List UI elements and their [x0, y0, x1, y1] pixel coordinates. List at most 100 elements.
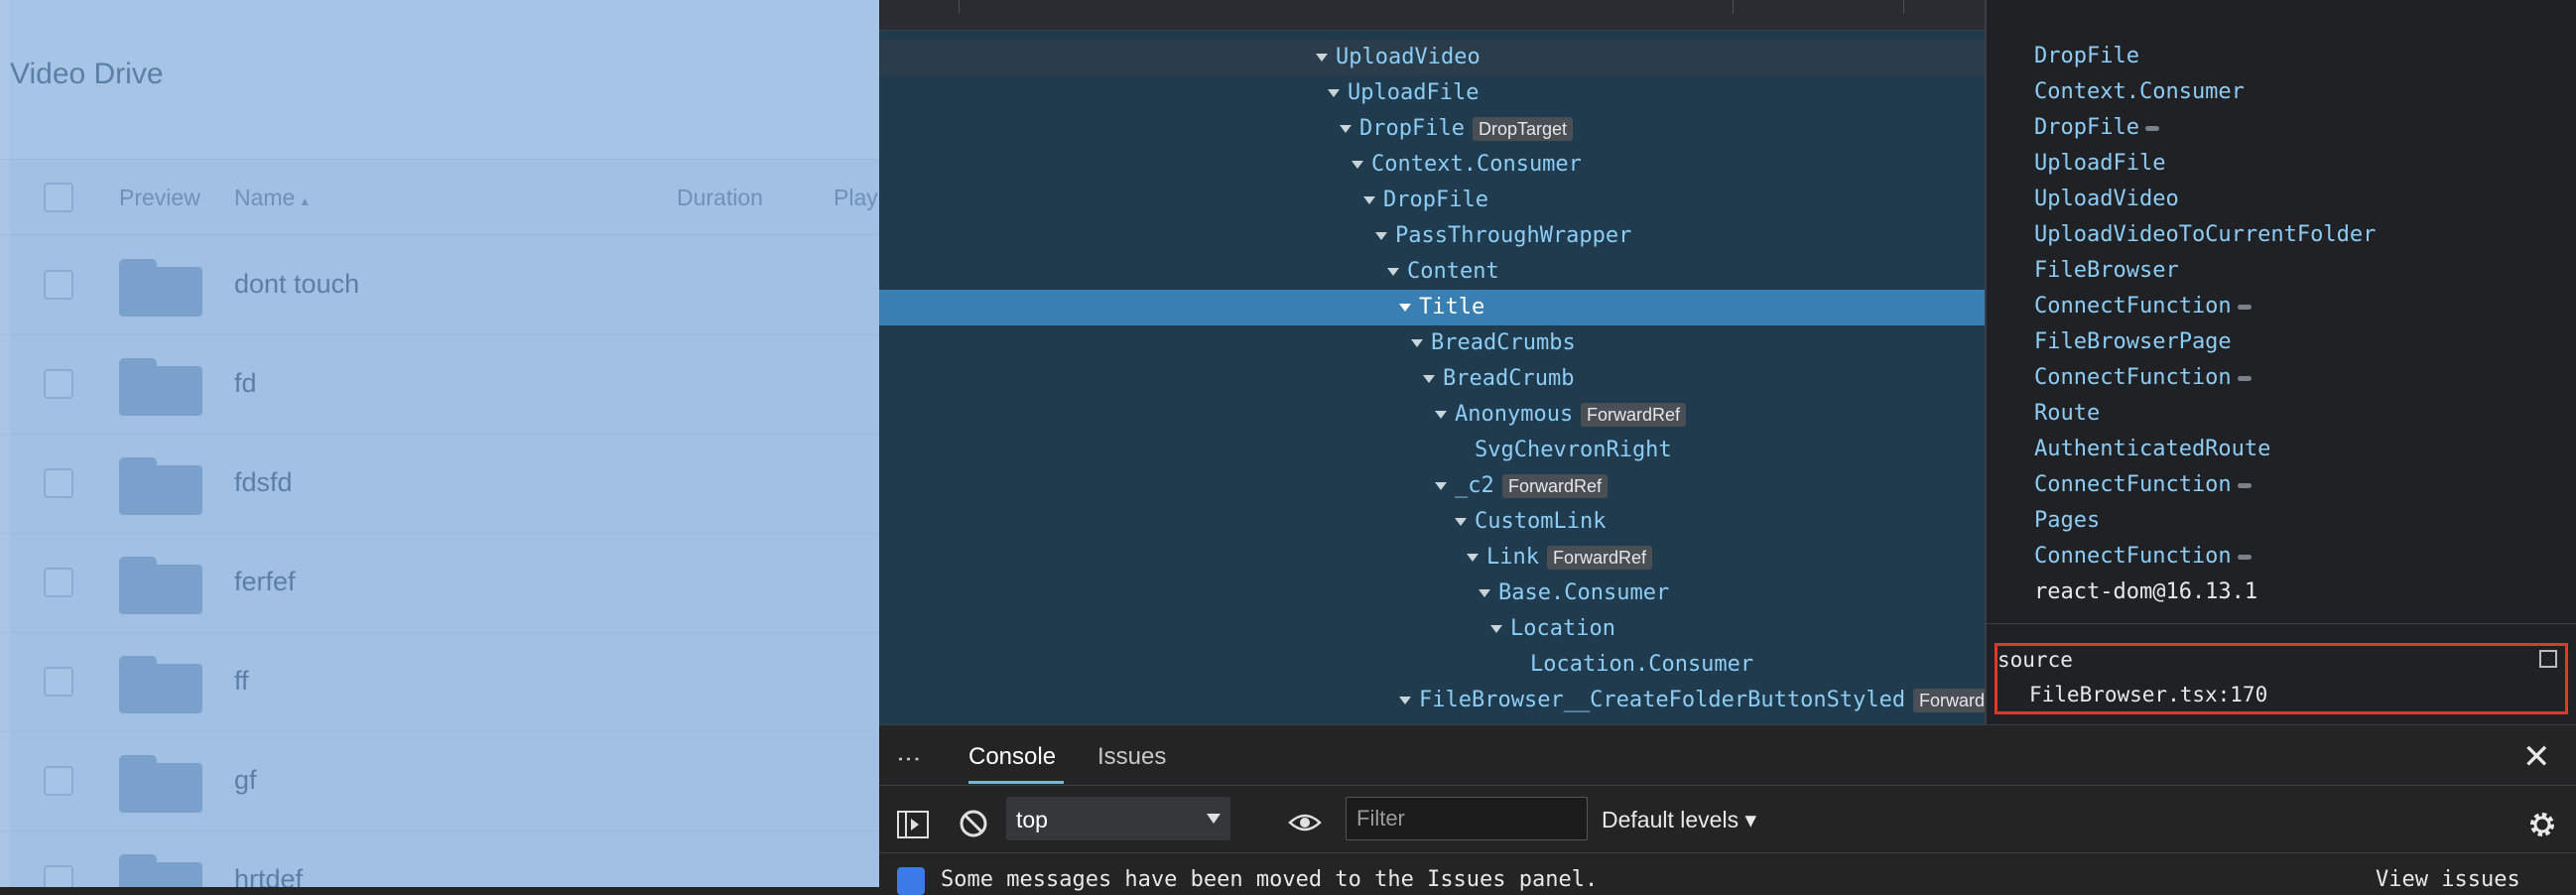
tree-node[interactable]: Context.Consumer — [879, 147, 1985, 183]
row-name[interactable]: fdsfd — [234, 467, 293, 498]
tree-node[interactable]: _c2 ForwardRef — [879, 468, 1985, 504]
table-row[interactable]: dont touch — [0, 235, 879, 335]
expand-arrow-icon[interactable] — [1328, 89, 1340, 97]
rendered-by-item[interactable]: DropFile — [2034, 44, 2139, 68]
tab-issues[interactable]: Issues — [1097, 743, 1166, 771]
filter-input[interactable] — [1347, 798, 1585, 839]
expand-arrow-icon[interactable] — [1399, 697, 1411, 704]
table-row[interactable]: gf — [0, 731, 879, 831]
expand-arrow-icon[interactable] — [1467, 554, 1479, 562]
expand-arrow-icon[interactable] — [1455, 518, 1467, 526]
drawer-more-icon[interactable]: ⋮ — [894, 747, 923, 773]
context-selector[interactable]: top — [1006, 797, 1230, 840]
eye-icon[interactable] — [1288, 811, 1322, 834]
row-name[interactable]: gf — [234, 765, 257, 796]
rendered-by-item[interactable]: AuthenticatedRoute — [2034, 437, 2270, 461]
expand-arrow-icon[interactable] — [1435, 482, 1447, 490]
row-checkbox[interactable] — [44, 468, 73, 498]
tree-node[interactable]: DropFile — [879, 183, 1985, 218]
rendered-by-item[interactable]: UploadVideoToCurrentFolder — [2034, 222, 2376, 247]
tree-node[interactable]: UploadVideo — [879, 40, 1985, 75]
tree-node[interactable]: Anonymous ForwardRef — [879, 397, 1985, 433]
row-name[interactable]: ff — [234, 666, 249, 697]
column-name[interactable]: Name ▴ — [234, 185, 309, 211]
rendered-by-item[interactable]: UploadFile — [2034, 151, 2165, 176]
row-name[interactable]: fd — [234, 368, 257, 399]
rendered-by-item[interactable]: ConnectFunction — [2034, 544, 2252, 569]
tree-node-label: Location.Consumer — [1530, 652, 1754, 677]
row-checkbox[interactable] — [44, 369, 73, 399]
expand-arrow-icon[interactable] — [1423, 375, 1435, 383]
column-duration[interactable]: Duration — [677, 185, 763, 211]
expand-arrow-icon[interactable] — [1411, 339, 1423, 347]
rendered-by-item[interactable]: Pages — [2034, 508, 2100, 533]
expand-arrow-icon[interactable] — [1352, 161, 1363, 169]
rendered-by-item[interactable]: FileBrowser — [2034, 258, 2179, 283]
app-header: Video Drive — [0, 0, 879, 160]
app-title: Video Drive — [10, 58, 164, 90]
expand-arrow-icon[interactable] — [1479, 589, 1490, 597]
hoc-badge: ForwardRef — [1581, 403, 1687, 427]
row-name[interactable]: dont touch — [234, 269, 359, 300]
table-row[interactable]: hrtdef — [0, 831, 879, 887]
rendered-by-item[interactable]: Route — [2034, 401, 2100, 426]
source-location[interactable]: FileBrowser.tsx:170 — [2029, 683, 2267, 706]
expand-arrow-icon[interactable] — [1435, 411, 1447, 419]
tree-node[interactable]: Content — [879, 254, 1985, 290]
gear-icon[interactable] — [2526, 809, 2558, 840]
table-row[interactable]: fd — [0, 334, 879, 435]
row-checkbox[interactable] — [44, 667, 73, 697]
rendered-by-item[interactable]: ConnectFunction — [2034, 365, 2252, 390]
rendered-by-label: DropFile — [2034, 115, 2139, 140]
expand-arrow-icon[interactable] — [1375, 232, 1387, 240]
row-name[interactable]: hrtdef — [234, 864, 303, 887]
tree-node-label: UploadVideo — [1336, 45, 1481, 69]
close-icon[interactable]: ✕ — [2522, 737, 2551, 777]
log-levels-dropdown[interactable]: Default levels ▾ — [1602, 807, 1756, 833]
sidebar-toggle-icon[interactable] — [897, 811, 929, 838]
filter-field[interactable] — [1346, 797, 1588, 840]
tree-node[interactable]: Location — [879, 611, 1985, 647]
rendered-by-item[interactable]: Context.Consumer — [2034, 79, 2245, 104]
row-name[interactable]: ferfef — [234, 567, 296, 597]
clear-console-icon[interactable] — [959, 809, 988, 838]
tree-node[interactable]: Link ForwardRef — [879, 540, 1985, 575]
table-row[interactable]: ferfef — [0, 533, 879, 633]
table-row[interactable]: fdsfd — [0, 434, 879, 534]
tree-node[interactable]: SvgChevronRight — [879, 433, 1985, 468]
expand-arrow-icon[interactable] — [1363, 196, 1375, 204]
tree-node[interactable]: CustomLink — [879, 504, 1985, 540]
select-all-checkbox[interactable] — [44, 183, 73, 212]
tree-node[interactable]: Location.Consumer — [879, 647, 1985, 683]
view-issues-link[interactable]: View issues — [2376, 867, 2520, 892]
row-checkbox[interactable] — [44, 568, 73, 597]
tree-node[interactable]: PassThroughWrapper — [879, 218, 1985, 254]
copy-icon[interactable] — [2539, 650, 2557, 668]
tree-node[interactable]: Base.Consumer — [879, 575, 1985, 611]
tab-console[interactable]: Console — [968, 743, 1056, 771]
table-row[interactable]: ff — [0, 632, 879, 732]
component-tree[interactable]: UploadVideo UploadFile DropFile DropTarget C… — [879, 0, 1987, 724]
row-checkbox[interactable] — [44, 766, 73, 796]
tree-node[interactable]: FileBrowser__CreateFolderButtonStyled For… — [879, 683, 1985, 718]
tree-node[interactable]: BreadCrumb — [879, 361, 1985, 397]
row-checkbox[interactable] — [44, 865, 73, 887]
row-checkbox[interactable] — [44, 270, 73, 300]
expand-arrow-icon[interactable] — [1316, 54, 1328, 62]
expand-arrow-icon[interactable] — [1399, 304, 1411, 312]
tree-node[interactable]: Title — [879, 290, 1985, 325]
expand-arrow-icon[interactable] — [1387, 268, 1399, 276]
key-indicator-icon — [2237, 375, 2252, 381]
rendered-by-item[interactable]: UploadVideo — [2034, 187, 2179, 211]
expand-arrow-icon[interactable] — [1490, 625, 1502, 633]
tree-node[interactable]: BreadCrumbs — [879, 325, 1985, 361]
tree-node[interactable]: DropFile DropTarget — [879, 111, 1985, 147]
tree-node[interactable]: UploadFile — [879, 75, 1985, 111]
rendered-by-item[interactable]: DropFile — [2034, 115, 2159, 140]
rendered-by-item[interactable]: ConnectFunction — [2034, 294, 2252, 319]
folder-icon — [119, 755, 202, 813]
app-viewport: Video Drive Preview Name ▴ Duration Play… — [0, 0, 879, 887]
expand-arrow-icon[interactable] — [1340, 125, 1352, 133]
rendered-by-item[interactable]: ConnectFunction — [2034, 472, 2252, 497]
rendered-by-item[interactable]: FileBrowserPage — [2034, 329, 2232, 354]
